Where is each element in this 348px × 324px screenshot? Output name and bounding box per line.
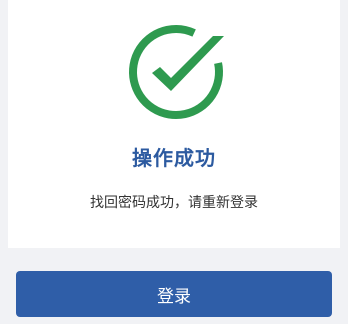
check-mark — [152, 36, 224, 91]
result-message: 找回密码成功，请重新登录 — [90, 195, 258, 211]
check-circle-icon — [129, 25, 224, 119]
result-title: 操作成功 — [132, 146, 216, 170]
check-circle-ring — [129, 25, 223, 119]
result-card: 操作成功 找回密码成功，请重新登录 — [8, 0, 340, 248]
login-button[interactable]: 登录 — [16, 271, 332, 317]
